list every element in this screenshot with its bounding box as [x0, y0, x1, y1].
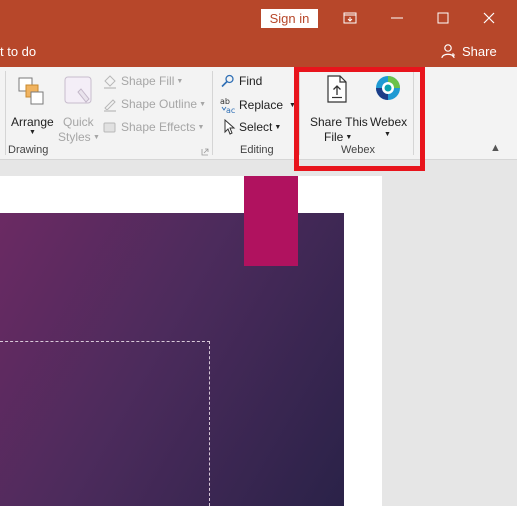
chevron-down-icon: ▼ — [29, 129, 36, 136]
pencil-icon — [104, 99, 116, 112]
close-icon — [483, 12, 495, 24]
replace-button[interactable]: ab ac Replace ▼ — [220, 96, 296, 116]
group-separator — [5, 71, 6, 155]
slide-accent-tab — [244, 176, 298, 266]
cursor-icon — [224, 119, 236, 135]
person-icon — [441, 44, 455, 59]
group-separator — [212, 71, 213, 155]
chevron-down-icon: ▼ — [93, 134, 100, 141]
ribbon: Arrange ▼ Quick Styles ▼ Shape Fill ▼ Sha… — [0, 67, 517, 160]
quick-label: Quick — [63, 115, 94, 129]
drawing-group-label: Drawing — [8, 144, 49, 156]
shape-fill-button[interactable]: Shape Fill ▼ — [102, 73, 200, 91]
replace-icon: ab ac — [220, 97, 235, 114]
paint-bucket-icon — [104, 75, 116, 89]
tell-me-bar: t to do Share — [0, 37, 517, 67]
maximize-button[interactable] — [426, 6, 460, 30]
minimize-button[interactable] — [380, 6, 414, 30]
svg-text:ac: ac — [226, 106, 235, 114]
share-label: Share — [462, 43, 497, 59]
shape-effects-button[interactable]: Shape Effects ▼ — [102, 119, 205, 137]
quick-styles-icon — [64, 76, 92, 104]
highlight-box — [294, 67, 425, 171]
share-button[interactable]: Share — [440, 43, 497, 59]
shape-fill-label: Shape Fill ▼ — [121, 74, 184, 88]
arrange-icon — [18, 77, 44, 105]
arrange-button[interactable]: Arrange ▼ — [10, 73, 56, 143]
arrange-label: Arrange — [11, 115, 54, 129]
select-label: Select ▼ — [239, 120, 282, 134]
find-label: Find — [239, 74, 263, 88]
svg-text:ab: ab — [220, 97, 230, 106]
sign-in-button[interactable]: Sign in — [261, 9, 318, 28]
collapse-ribbon-icon[interactable]: ▲ — [490, 142, 501, 154]
search-icon — [221, 74, 234, 88]
minimize-icon — [391, 17, 403, 19]
maximize-icon — [437, 12, 449, 24]
find-button[interactable]: Find — [220, 73, 280, 91]
quick-styles-button[interactable]: Quick Styles ▼ — [57, 73, 100, 144]
close-button[interactable] — [472, 6, 506, 30]
title-bar: Sign in — [0, 0, 517, 37]
placeholder-textbox[interactable] — [0, 341, 210, 506]
shape-outline-label: Shape Outline ▼ — [121, 97, 206, 111]
shape-effects-label: Shape Effects ▼ — [121, 120, 205, 134]
editing-group-label: Editing — [240, 144, 274, 156]
shape-effects-icon — [103, 122, 116, 133]
styles-label: Styles — [58, 130, 91, 144]
dialog-launcher-icon[interactable] — [201, 148, 209, 156]
shape-outline-button[interactable]: Shape Outline ▼ — [102, 96, 206, 114]
ribbon-display-icon — [343, 12, 357, 24]
select-button[interactable]: Select ▼ — [220, 119, 284, 137]
tell-me-search[interactable]: t to do — [0, 44, 36, 59]
replace-label: Replace ▼ — [239, 98, 296, 112]
ribbon-display-options-button[interactable] — [333, 6, 367, 30]
